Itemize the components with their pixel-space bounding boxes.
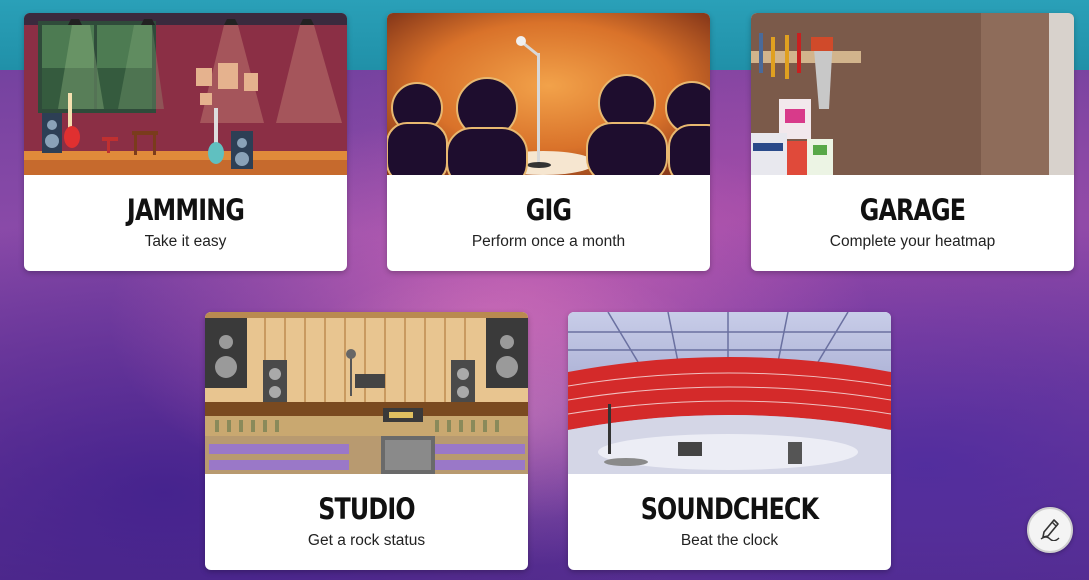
mode-card-jamming[interactable]: JAMMING Take it easy: [24, 13, 347, 271]
card-title: GIG: [525, 193, 572, 227]
gig-illustration: [387, 13, 710, 175]
soundcheck-illustration: [568, 312, 891, 474]
card-subtitle: Get a rock status: [307, 532, 426, 549]
jamming-illustration: [24, 13, 347, 175]
studio-illustration: [205, 312, 528, 474]
card-title: GARAGE: [859, 193, 966, 227]
card-subtitle: Perform once a month: [471, 233, 626, 250]
card-title: STUDIO: [318, 492, 415, 526]
card-title: SOUNDCHECK: [640, 492, 819, 526]
card-subtitle: Beat the clock: [680, 532, 779, 549]
card-title: JAMMING: [126, 193, 245, 227]
card-subtitle: Take it easy: [144, 233, 227, 250]
mode-card-studio[interactable]: STUDIO Get a rock status: [205, 312, 528, 570]
mode-card-garage[interactable]: GARAGE Complete your heatmap: [751, 13, 1074, 271]
mode-card-soundcheck[interactable]: SOUNDCHECK Beat the clock: [568, 312, 891, 570]
pen-icon: [1037, 515, 1063, 546]
mode-card-gig[interactable]: GIG Perform once a month: [387, 13, 710, 271]
card-subtitle: Complete your heatmap: [829, 233, 996, 250]
garage-illustration: [751, 13, 1074, 175]
pen-feedback-button[interactable]: [1027, 507, 1073, 553]
